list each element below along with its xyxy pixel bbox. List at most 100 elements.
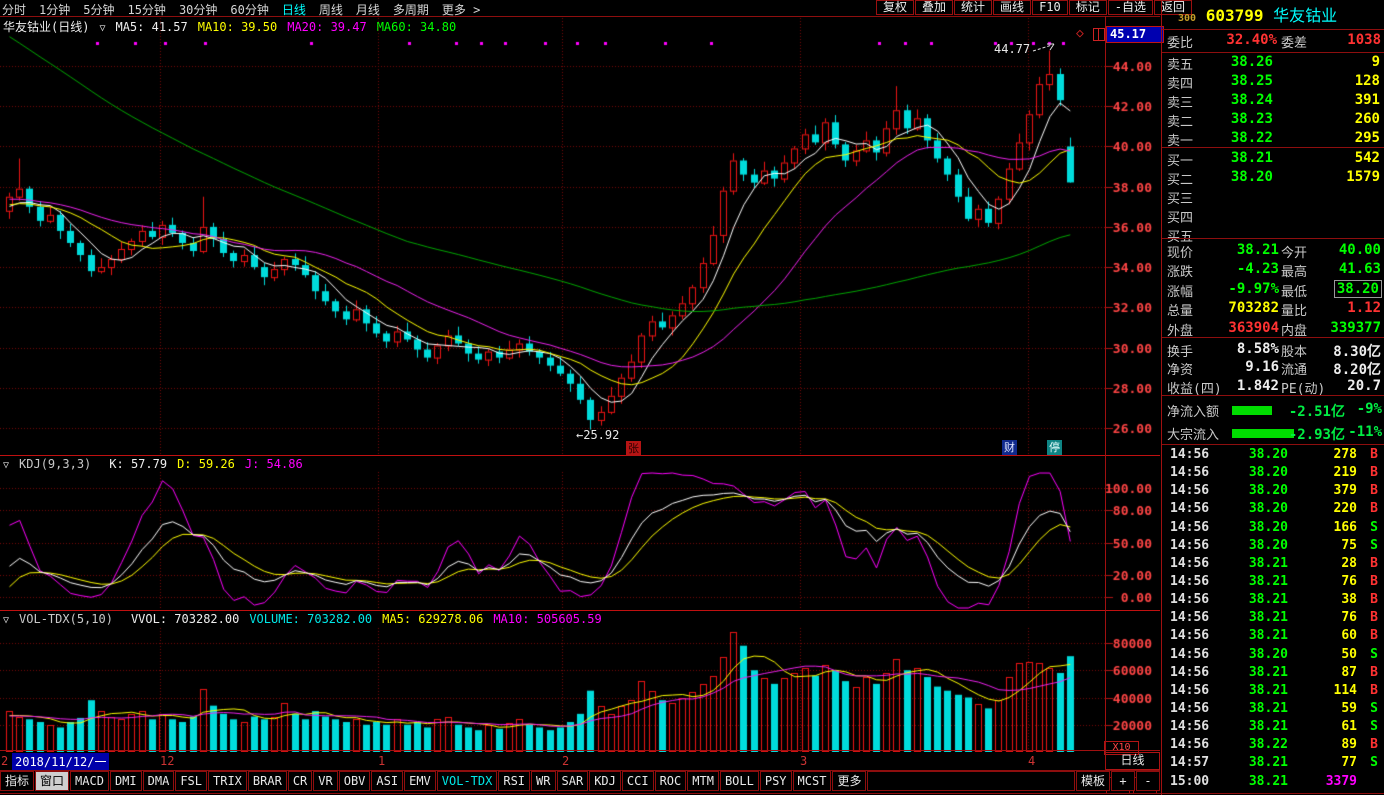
tick-volume: 28 — [1341, 556, 1357, 571]
tick-price: 38.20 — [1249, 465, 1288, 480]
tick-volume: 50 — [1341, 647, 1357, 662]
indicator-button[interactable]: MACD — [70, 771, 109, 791]
indicator-button[interactable]: PSY — [760, 771, 792, 791]
kdj-divider — [0, 455, 1160, 456]
indicator-button[interactable]: OBV — [339, 771, 371, 791]
indicator-button[interactable]: FSL — [175, 771, 207, 791]
indicator-button[interactable]: SAR — [557, 771, 589, 791]
money-flow-row: 大宗流入 -2.93亿 -11% — [1162, 421, 1384, 444]
indicator-button[interactable]: TRIX — [208, 771, 247, 791]
indicator-button[interactable]: DMA — [143, 771, 175, 791]
collapse-icon[interactable]: ▽ — [3, 615, 9, 626]
indicator-button[interactable]: DMI — [110, 771, 142, 791]
ask-row[interactable]: 卖一 38.22 295 — [1162, 129, 1384, 148]
chart-tool-button[interactable]: 标记 — [1069, 0, 1107, 15]
tick-row: 14:56 38.20 278 B — [1162, 446, 1384, 464]
tick-time: 14:56 — [1170, 592, 1209, 607]
indicator-button[interactable]: BOLL — [720, 771, 759, 791]
indicator-button[interactable]: MCST — [793, 771, 832, 791]
pane-minus-button[interactable]: - — [1136, 771, 1160, 791]
ask-volume: 9 — [1372, 54, 1380, 70]
ask-row[interactable]: 卖四 38.25 128 — [1162, 72, 1384, 91]
indicator-button[interactable]: CCI — [622, 771, 654, 791]
bid-row[interactable]: 买四 — [1162, 206, 1384, 225]
tick-volume: 75 — [1341, 538, 1357, 553]
diamond-marker-icon[interactable]: ◇ — [1076, 26, 1084, 41]
indicator-button[interactable]: WR — [531, 771, 555, 791]
tick-row: 14:56 38.20 219 B — [1162, 464, 1384, 482]
indicator-button[interactable]: CR — [288, 771, 312, 791]
axis-top-price: 45.17 — [1106, 26, 1164, 43]
fundamental-value: 20.7 — [1347, 378, 1381, 394]
indicator-button[interactable]: VR — [313, 771, 337, 791]
kdj-header: ▽KDJ(9,3,3)K: 57.79D: 59.26J: 54.86 — [3, 457, 323, 471]
ask-row[interactable]: 卖五 38.26 9 — [1162, 53, 1384, 72]
template-button[interactable]: 模板 — [1076, 771, 1110, 791]
ask-volume: 260 — [1355, 111, 1380, 127]
quote-label: 总量 — [1167, 300, 1193, 319]
tick-row: 14:56 38.21 38 B — [1162, 591, 1384, 609]
quote-label: 量比 — [1281, 300, 1307, 319]
halt-badge[interactable]: 停 — [1047, 440, 1062, 455]
indicator-button[interactable]: 指标 — [0, 771, 34, 791]
tick-list[interactable]: 14:56 38.20 278 B 14:56 38.20 219 B 14:5… — [1162, 446, 1384, 791]
ask-row[interactable]: 卖三 38.24 391 — [1162, 91, 1384, 110]
volume-chart-canvas[interactable] — [0, 626, 1160, 752]
chart-tool-button[interactable]: 统计 — [954, 0, 992, 15]
tick-row: 14:56 38.20 166 S — [1162, 519, 1384, 537]
ask-level-label: 卖三 — [1167, 92, 1193, 111]
kdj-chart-canvas[interactable] — [0, 470, 1160, 610]
pane-plus-button[interactable]: + — [1111, 771, 1135, 791]
quote-value: 339377 — [1330, 320, 1381, 336]
tick-volume: 166 — [1334, 520, 1357, 535]
tick-row: 14:57 38.21 77 S — [1162, 754, 1384, 772]
tick-time: 14:56 — [1170, 574, 1209, 589]
indicator-button[interactable]: EMV — [404, 771, 436, 791]
indicator-button[interactable]: BRAR — [248, 771, 287, 791]
tick-price: 38.20 — [1249, 483, 1288, 498]
flow-percent: -11% — [1348, 424, 1382, 440]
indicator-button[interactable]: RSI — [498, 771, 530, 791]
tick-price: 38.20 — [1249, 520, 1288, 535]
quote-value: 363904 — [1228, 320, 1279, 336]
main-chart-canvas[interactable] — [0, 16, 1160, 455]
ask-price: 38.22 — [1231, 130, 1273, 146]
indicator-button[interactable]: KDJ — [589, 771, 621, 791]
chart-tool-button[interactable]: F10 — [1032, 0, 1068, 15]
ask-row[interactable]: 卖二 38.23 260 — [1162, 110, 1384, 129]
indicator-button[interactable]: VOL-TDX — [437, 771, 498, 791]
indicator-button[interactable]: 更多 — [832, 771, 866, 791]
flow-bar — [1232, 406, 1272, 415]
tick-time: 14:56 — [1170, 683, 1209, 698]
split-window-icon[interactable] — [1093, 28, 1105, 41]
bid-row[interactable]: 买三 — [1162, 187, 1384, 206]
indicator-button[interactable]: ROC — [655, 771, 687, 791]
fundamental-label: 净资 — [1167, 359, 1193, 378]
quote-summary: 现价 38.21 今开 40.00 涨跌 -4.23 最高 41.63 涨幅 -… — [1162, 241, 1384, 338]
fundamental-value: 9.16 — [1245, 359, 1279, 375]
tdx-trading-screen: 分时1分钟5分钟15分钟30分钟60分钟日线周线月线多周期更多 > 复权叠加统计… — [0, 0, 1384, 795]
finance-report-badge[interactable]: 财 — [1002, 440, 1017, 455]
quote-row: 外盘 363904 内盘 339377 — [1162, 319, 1384, 338]
panel-divider — [1162, 395, 1384, 396]
weibi-label: 委比 — [1167, 32, 1193, 51]
chart-tool-button[interactable]: 叠加 — [915, 0, 953, 15]
tick-time: 14:56 — [1170, 520, 1209, 535]
indicator-button[interactable]: ASI — [371, 771, 403, 791]
indicator-button[interactable]: MTM — [687, 771, 719, 791]
month-label: 1 — [378, 754, 385, 768]
indicator-button[interactable]: 窗口 — [35, 771, 69, 791]
tick-time: 14:56 — [1170, 465, 1209, 480]
tick-direction: B — [1370, 556, 1378, 571]
tick-direction: B — [1370, 574, 1378, 589]
bid-row[interactable]: 买二 38.20 1579 — [1162, 168, 1384, 187]
tick-row: 14:56 38.21 114 B — [1162, 682, 1384, 700]
chart-tool-button[interactable]: -自选 — [1108, 0, 1153, 15]
tick-time: 15:00 — [1170, 774, 1209, 789]
fundamental-label: 换手 — [1167, 341, 1193, 360]
chart-tool-button[interactable]: 复权 — [876, 0, 914, 15]
bid-row[interactable]: 买一 38.21 542 — [1162, 149, 1384, 168]
chart-tool-button[interactable]: 画线 — [993, 0, 1031, 15]
tick-row: 15:00 38.21 3379 — [1162, 773, 1384, 791]
tick-row: 14:56 38.20 75 S — [1162, 537, 1384, 555]
